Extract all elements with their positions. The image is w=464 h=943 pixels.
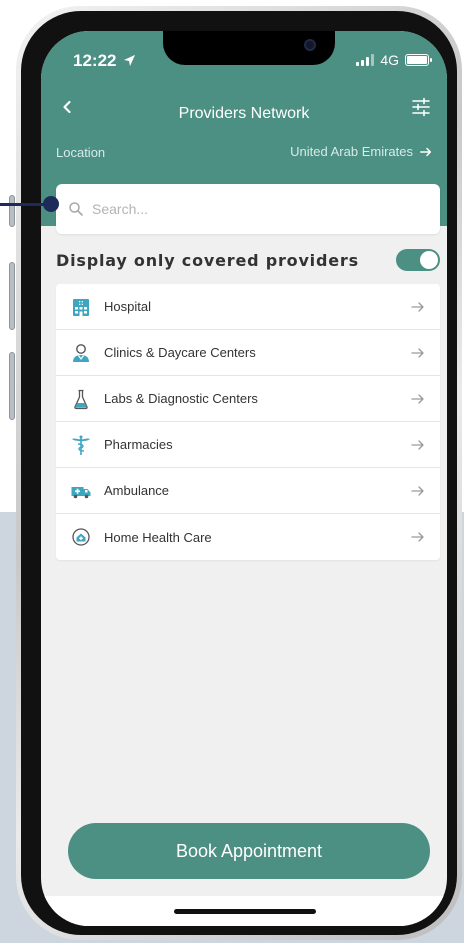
home-care-icon bbox=[72, 528, 90, 546]
category-label: Labs & Diagnostic Centers bbox=[104, 391, 258, 406]
arrow-right-icon bbox=[411, 532, 424, 542]
signal-icon bbox=[356, 54, 375, 66]
arrow-right-icon bbox=[411, 439, 424, 450]
page-title: Providers Network bbox=[178, 105, 310, 122]
phone-volume-up-button bbox=[9, 262, 15, 330]
doctor-icon bbox=[73, 343, 89, 362]
phone-frame: 12:22 4G Providers Network Location Unit… bbox=[16, 6, 462, 940]
phone-action-button bbox=[9, 195, 15, 227]
camera-icon bbox=[304, 39, 316, 51]
category-label: Ambulance bbox=[104, 483, 170, 498]
home-bar-area bbox=[41, 896, 447, 926]
phone-volume-down-button bbox=[9, 352, 15, 420]
book-appointment-button[interactable]: Book Appointment bbox=[68, 823, 430, 879]
arrow-right-icon bbox=[420, 147, 432, 156]
category-label: Clinics & Daycare Centers bbox=[104, 345, 256, 360]
provider-category-list: Hospital Clinics & Daycare Centers Labs … bbox=[56, 284, 440, 560]
home-indicator[interactable] bbox=[174, 909, 316, 914]
category-label: Pharmacies bbox=[104, 437, 173, 452]
category-item-ambulance[interactable]: Ambulance bbox=[56, 468, 440, 514]
search-icon bbox=[69, 202, 83, 216]
camera-notch bbox=[163, 31, 335, 65]
ambulance-icon bbox=[71, 486, 91, 498]
search-input[interactable] bbox=[92, 201, 392, 217]
arrow-right-icon bbox=[411, 393, 424, 404]
hospital-icon bbox=[73, 298, 89, 316]
location-value: United Arab Emirates bbox=[290, 144, 413, 159]
status-time: 12:22 bbox=[73, 51, 136, 71]
battery-icon bbox=[405, 54, 432, 66]
category-label: Home Health Care bbox=[104, 529, 212, 545]
callout-dot bbox=[43, 196, 59, 212]
network-type: 4G bbox=[380, 52, 399, 68]
covered-providers-row: Display only covered providers bbox=[56, 245, 440, 275]
location-label: Location bbox=[56, 145, 106, 160]
caduceus-icon bbox=[72, 435, 90, 455]
category-item-pharmacies[interactable]: Pharmacies bbox=[56, 422, 440, 468]
category-item-hospital[interactable]: Hospital bbox=[56, 284, 440, 330]
phone-bezel: 12:22 4G Providers Network Location Unit… bbox=[21, 11, 457, 935]
category-item-labs[interactable]: Labs & Diagnostic Centers bbox=[56, 376, 440, 422]
category-label: Hospital bbox=[104, 299, 151, 314]
arrow-right-icon bbox=[411, 301, 424, 312]
covered-providers-toggle[interactable] bbox=[396, 249, 440, 271]
filter-icon[interactable] bbox=[409, 95, 433, 119]
arrow-right-icon bbox=[411, 347, 424, 358]
app-screen: 12:22 4G Providers Network Location Unit… bbox=[41, 31, 447, 926]
category-item-clinics[interactable]: Clinics & Daycare Centers bbox=[56, 330, 440, 376]
covered-providers-label: Display only covered providers bbox=[56, 250, 359, 270]
status-time-text: 12:22 bbox=[73, 51, 117, 70]
flask-icon bbox=[74, 389, 88, 409]
category-item-home-health-care[interactable]: Home Health Care bbox=[56, 514, 440, 560]
location-arrow-icon bbox=[124, 54, 136, 67]
search-bar[interactable] bbox=[56, 184, 440, 234]
toggle-knob bbox=[420, 251, 438, 269]
status-indicators: 4G bbox=[356, 52, 432, 68]
arrow-right-icon bbox=[411, 485, 424, 496]
location-selector[interactable]: United Arab Emirates bbox=[290, 144, 433, 159]
